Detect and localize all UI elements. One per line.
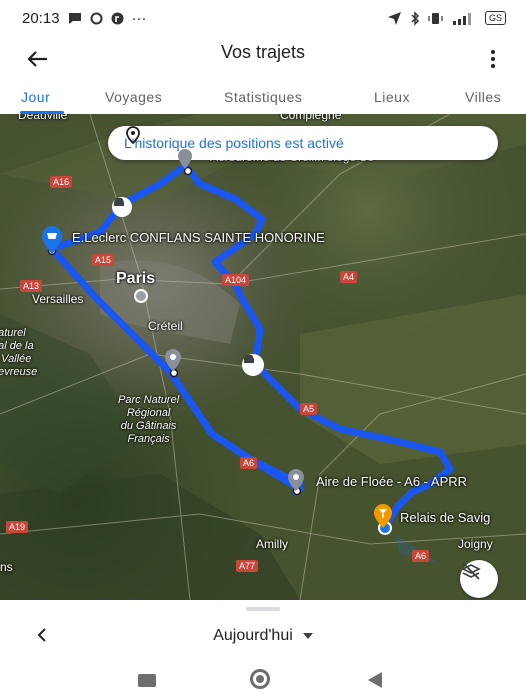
system-nav-bar xyxy=(0,660,526,700)
place-pin-icon-2[interactable] xyxy=(163,348,183,372)
road-badge-a4: A4 xyxy=(340,271,358,283)
map-label-versailles: Versailles xyxy=(32,292,84,306)
road-badge-a104: A104 xyxy=(222,274,250,286)
status-bar: 20:13 ··· GS xyxy=(0,0,526,36)
city-marker xyxy=(134,289,148,303)
tab-statistiques[interactable]: Statistiques xyxy=(224,80,302,114)
dropdown-icon xyxy=(302,632,313,639)
map-label-pnr-gatinais: Parc Naturel Régional du Gâtinais França… xyxy=(118,394,180,445)
road-badge-a19: A19 xyxy=(6,521,29,533)
banner-text: L'historique des positions est activé xyxy=(124,135,344,151)
road-badge-a16: A16 xyxy=(50,176,73,188)
map-label-paris: Paris xyxy=(116,270,156,287)
map-canvas xyxy=(0,114,526,600)
app-icon xyxy=(111,12,124,24)
date-label: Aujourd'hui xyxy=(213,627,293,644)
more-options-button[interactable] xyxy=(486,44,500,74)
location-icon xyxy=(387,11,401,25)
map-label-creteil: Créteil xyxy=(148,319,183,333)
car-icon xyxy=(114,198,124,206)
car-icon-2 xyxy=(244,355,254,363)
layers-button[interactable] xyxy=(460,560,498,598)
tab-villes[interactable]: Villes xyxy=(465,80,501,114)
road-badge-a77: A77 xyxy=(236,560,259,572)
layers-off-icon xyxy=(461,562,481,580)
map-label-aire-floee: Aire de Floée - A6 - APRR xyxy=(316,474,468,489)
tab-bar: Jour Voyages Statistiques Lieux Villes xyxy=(0,80,526,114)
place-pin-icon[interactable] xyxy=(176,148,194,170)
battery-icon: GS xyxy=(484,11,506,25)
tab-voyages[interactable]: Voyages xyxy=(105,80,162,114)
map-label-joigny: Joigny xyxy=(458,537,493,551)
signal-icon xyxy=(452,12,471,25)
status-dots: ··· xyxy=(131,9,147,27)
drag-handle[interactable] xyxy=(246,607,280,611)
date-selector[interactable]: Aujourd'hui xyxy=(0,627,526,645)
tab-jour[interactable]: Jour xyxy=(21,80,50,114)
system-back-button[interactable] xyxy=(368,672,382,688)
road-badge-a13: A13 xyxy=(20,280,43,292)
message-icon xyxy=(68,13,81,24)
road-badge-a6: A6 xyxy=(240,457,258,469)
recents-button[interactable] xyxy=(138,674,156,687)
map-view[interactable]: Deauville Compiègne Aérodrome de Creil..… xyxy=(0,114,526,600)
car-stop-marker[interactable] xyxy=(112,197,132,217)
map-label-leclerc: E.Leclerc CONFLANS SAINTE HONORINE xyxy=(72,230,325,245)
tab-lieux[interactable]: Lieux xyxy=(374,80,410,114)
shopping-pin-icon[interactable] xyxy=(40,225,64,255)
page-title: Vos trajets xyxy=(220,42,306,62)
vibrate-icon xyxy=(428,12,443,24)
bottom-sheet: Aujourd'hui xyxy=(0,600,526,660)
road-badge-a6-south: A6 xyxy=(412,550,430,562)
map-label-amilly: Amilly xyxy=(256,537,288,551)
place-pin-icon-3[interactable] xyxy=(286,468,306,492)
app-bar: Vos trajets xyxy=(0,36,526,80)
map-label-ns: ns xyxy=(0,560,13,574)
map-label-relais: Relais de Savig xyxy=(400,510,491,525)
location-pin-icon xyxy=(126,126,140,144)
road-badge-a5: A5 xyxy=(300,403,318,415)
car-stop-marker-2[interactable] xyxy=(242,354,264,376)
sync-icon xyxy=(90,12,103,24)
status-time: 20:13 xyxy=(22,9,60,27)
restaurant-pin-icon[interactable] xyxy=(372,503,394,529)
location-history-banner[interactable]: L'historique des positions est activé xyxy=(108,126,498,160)
road-badge-a15: A15 xyxy=(92,254,115,266)
map-label-deauville: Deauville xyxy=(18,114,68,122)
map-label-pnr-chevreuse: naturel nal de la e Vallée hevreuse xyxy=(0,327,38,378)
home-button[interactable] xyxy=(250,669,270,689)
bluetooth-icon xyxy=(411,10,420,26)
map-label-compiegne: Compiègne xyxy=(280,114,342,122)
